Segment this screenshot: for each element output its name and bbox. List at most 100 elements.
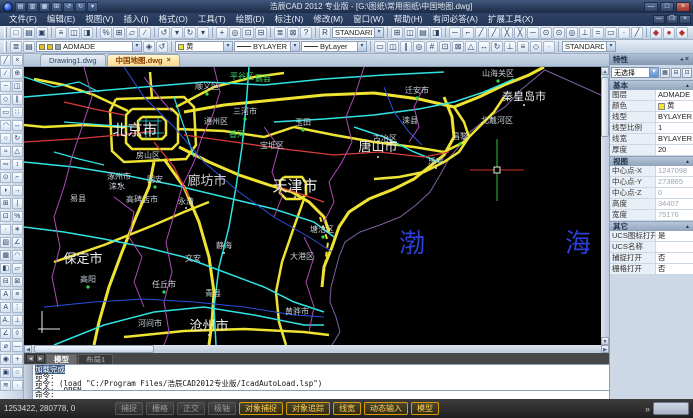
- angle-tool-icon[interactable]: ∠: [0, 328, 11, 339]
- chevron-down-icon[interactable]: ▾: [357, 42, 366, 51]
- menu-item-7[interactable]: 绘图(D): [231, 13, 270, 26]
- layer-previous-icon[interactable]: ↺: [156, 41, 168, 53]
- diameter-tool-icon[interactable]: ⌀: [0, 341, 11, 352]
- qat-icon-4[interactable]: ⊞: [51, 2, 62, 12]
- chevron-down-icon[interactable]: ▾: [374, 28, 383, 37]
- dim-angular-icon[interactable]: ─: [527, 27, 539, 39]
- property-value[interactable]: 黄: [656, 101, 693, 111]
- menu-item-5[interactable]: 格式(O): [154, 13, 193, 26]
- scale-icon[interactable]: △: [12, 146, 23, 157]
- array-icon[interactable]: ∷: [12, 107, 23, 118]
- layout-tab-模型[interactable]: 模型: [46, 354, 77, 364]
- tool-m-icon[interactable]: ◇: [530, 41, 542, 53]
- layout-tab-布局1[interactable]: 布局1: [78, 354, 113, 364]
- help-icon[interactable]: ?: [300, 27, 312, 39]
- dim-linear-icon[interactable]: ─: [449, 27, 461, 39]
- toggle-极轴[interactable]: 极轴: [208, 402, 236, 415]
- tool-c-icon[interactable]: ∥: [400, 41, 412, 53]
- viewport-1-icon[interactable]: ⊞: [391, 27, 403, 39]
- vscroll-thumb[interactable]: [601, 77, 609, 137]
- qat-icon-6[interactable]: ↻: [75, 2, 86, 12]
- qat-icon-7[interactable]: ▾: [87, 2, 98, 12]
- dim-arc-icon[interactable]: ╱: [475, 27, 487, 39]
- chevron-down-icon[interactable]: ▾: [132, 42, 141, 51]
- menu-item-1[interactable]: 文件(F): [4, 13, 42, 26]
- toggle-捕捉[interactable]: 捕捉: [115, 402, 143, 415]
- menu-item-11[interactable]: 帮助(H): [389, 13, 428, 26]
- dim-radius-icon[interactable]: ╳: [501, 27, 513, 39]
- rotate-icon[interactable]: ↻: [12, 133, 23, 144]
- hatch-icon[interactable]: ▨: [0, 237, 11, 248]
- toggle-模型[interactable]: 模型: [411, 402, 439, 415]
- property-value[interactable]: 否: [656, 264, 693, 274]
- copy-icon[interactable]: ⊞: [113, 27, 125, 39]
- chamfer-icon[interactable]: ∠: [12, 237, 23, 248]
- new-icon[interactable]: □: [10, 27, 22, 39]
- menu-item-3[interactable]: 视图(V): [80, 13, 118, 26]
- erase-icon[interactable]: ×: [12, 55, 23, 66]
- toggle-动态输入[interactable]: 动态输入: [364, 402, 408, 415]
- collapse-icon[interactable]: ▲: [685, 159, 690, 165]
- region-icon[interactable]: ◧: [0, 263, 11, 274]
- copy-object-icon[interactable]: ⊕: [12, 68, 23, 79]
- publish-icon[interactable]: ◨: [81, 27, 93, 39]
- menu-item-9[interactable]: 修改(M): [308, 13, 348, 26]
- child-minimize-button[interactable]: —: [653, 15, 665, 24]
- menu-item-10[interactable]: 窗口(W): [348, 13, 389, 26]
- edit-spline-icon[interactable]: —: [12, 341, 23, 352]
- dim-center-3-icon[interactable]: ◎: [566, 27, 578, 39]
- sketch-icon[interactable]: ≋: [0, 380, 11, 391]
- viewport-4-icon[interactable]: ◨: [430, 27, 442, 39]
- tool-k-icon[interactable]: ⊥: [504, 41, 516, 53]
- match-properties-icon[interactable]: ∕: [139, 27, 151, 39]
- dim-diameter-icon[interactable]: ╳: [514, 27, 526, 39]
- tool-n-icon[interactable]: ·: [543, 41, 555, 53]
- rectangle-icon[interactable]: ▭: [0, 107, 11, 118]
- dim-perpendicular-icon[interactable]: ⊥: [579, 27, 591, 39]
- command-window-grip[interactable]: [24, 365, 33, 399]
- minimize-button[interactable]: —: [644, 2, 658, 12]
- command-text-area[interactable]: 加载完成命令:命令: (load "C:/Program Files/浩辰CAD…: [33, 365, 609, 399]
- dim-center-1-icon[interactable]: ⊙: [540, 27, 552, 39]
- status-overflow-icon[interactable]: »: [645, 404, 650, 414]
- dim-ordinate-icon[interactable]: ╱: [488, 27, 500, 39]
- lineweight-combo[interactable]: ByLayer▾: [301, 41, 367, 52]
- single-text-icon[interactable]: A: [0, 302, 11, 313]
- snap-tool-icon[interactable]: ⊥: [12, 315, 23, 326]
- offset-icon[interactable]: ∥: [12, 94, 23, 105]
- menu-item-12[interactable]: 有问必答(A): [428, 13, 483, 26]
- chevron-down-icon[interactable]: ▾: [223, 42, 232, 51]
- move-icon[interactable]: ↔: [12, 120, 23, 131]
- measure-icon[interactable]: ·: [12, 380, 23, 391]
- explode-icon[interactable]: ▱: [12, 263, 23, 274]
- scroll-up-icon[interactable]: ▲: [601, 67, 609, 75]
- edit-polyline-icon[interactable]: ◊: [12, 328, 23, 339]
- property-value[interactable]: 0: [656, 188, 693, 198]
- tool-i-icon[interactable]: ↔: [478, 41, 490, 53]
- property-value[interactable]: 273865: [656, 177, 693, 187]
- order-icon[interactable]: ≡: [12, 289, 23, 300]
- dim-point-icon[interactable]: ·: [618, 27, 630, 39]
- menu-item-2[interactable]: 编辑(E): [42, 13, 80, 26]
- menu-item-8[interactable]: 标注(N): [270, 13, 309, 26]
- donut-icon[interactable]: ◉: [0, 354, 11, 365]
- polygon-icon[interactable]: ◇: [0, 94, 11, 105]
- viewport-3-icon[interactable]: ▤: [417, 27, 429, 39]
- dim-aligned-icon[interactable]: ⌐: [462, 27, 474, 39]
- ellipse-arc-icon[interactable]: ◗: [0, 185, 11, 196]
- qat-icon-2[interactable]: ▥: [27, 2, 38, 12]
- document-tab-1[interactable]: Drawing1.dwg: [40, 54, 106, 66]
- command-prompt[interactable]: 命令:: [33, 390, 609, 399]
- qat-icon-3[interactable]: ▦: [39, 2, 50, 12]
- trim-icon[interactable]: ⌐: [12, 172, 23, 183]
- tool-a-icon[interactable]: ▭: [374, 41, 386, 53]
- fillet-icon[interactable]: ◠: [12, 250, 23, 261]
- drawing-canvas[interactable]: 北京市天津市唐山市秦皇岛市廊坊市沧州市保定市渤海三河市蓟县玉田宝坻区迁安市山海关…: [24, 67, 601, 345]
- redo-icon[interactable]: ↻: [184, 27, 196, 39]
- tool-b-icon[interactable]: ◫: [387, 41, 399, 53]
- layer-manager-icon[interactable]: ≣: [10, 41, 22, 53]
- tool-f-icon[interactable]: ⊡: [439, 41, 451, 53]
- ellipse-icon[interactable]: ⊙: [0, 172, 11, 183]
- collapse-icon[interactable]: ▲: [685, 224, 690, 230]
- toggle-对象捕捉[interactable]: 对象捕捉: [239, 402, 283, 415]
